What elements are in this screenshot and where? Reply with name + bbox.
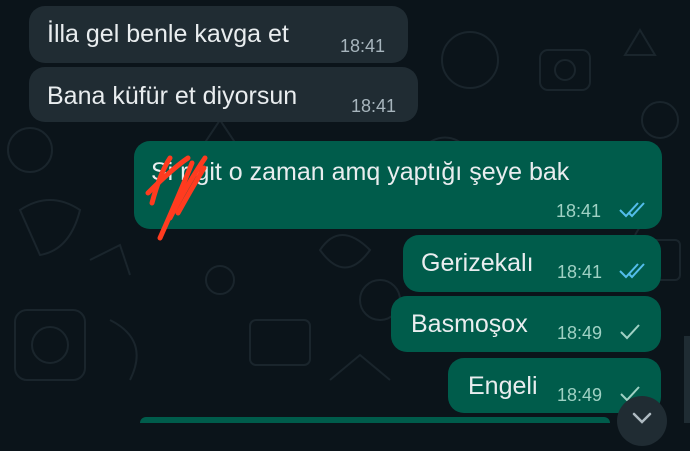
double-check-icon [619, 263, 645, 279]
scroll-to-bottom-button[interactable] [617, 396, 667, 446]
message-text: Bana küfür et diyorsun [47, 82, 298, 110]
message-text: İlla gel benle kavga et [47, 20, 289, 48]
message-time: 18:41 [351, 96, 397, 116]
outgoing-message[interactable]: Basmoşox 18:49 [391, 296, 661, 352]
next-outgoing-message[interactable] [140, 417, 610, 423]
message-time: 18:41 [556, 201, 602, 221]
message-text: Engeli [468, 372, 538, 400]
single-check-icon [620, 324, 640, 340]
message-time: 18:41 [557, 262, 603, 282]
outgoing-message[interactable]: Gerizekalı 18:41 [403, 235, 661, 292]
message-time: 18:49 [557, 323, 603, 343]
red-scribble-redaction [145, 155, 208, 241]
chevron-down-icon [632, 412, 652, 424]
incoming-message[interactable]: Bana küfür et diyorsun 18:41 [29, 67, 418, 122]
double-check-icon [619, 202, 645, 218]
incoming-message[interactable]: İlla gel benle kavga et 18:41 [29, 6, 408, 63]
message-time: 18:49 [557, 385, 603, 405]
message-text: Gerizekalı [421, 249, 534, 277]
window-edge [684, 336, 690, 423]
message-time: 18:41 [340, 36, 386, 56]
message-text: Basmoşox [411, 310, 528, 338]
